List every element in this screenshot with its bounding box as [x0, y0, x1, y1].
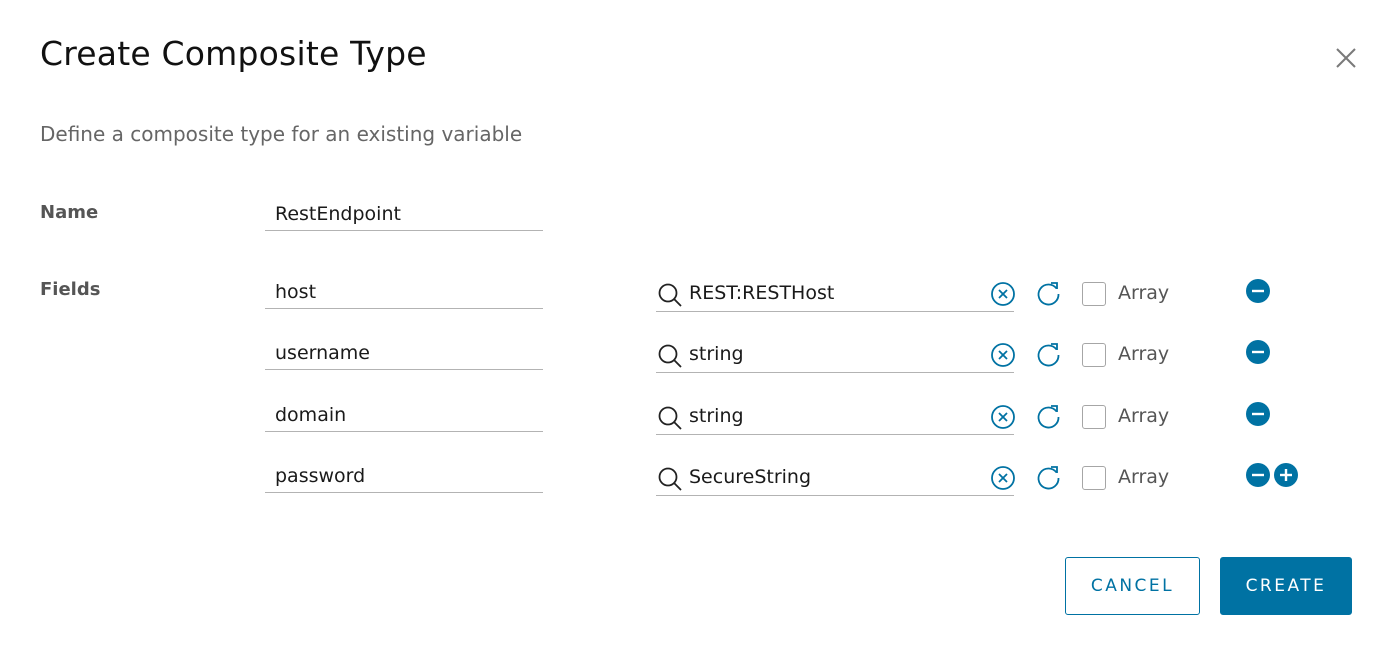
array-label: Array	[1118, 405, 1170, 427]
field-type-search[interactable]	[656, 460, 1014, 496]
add-field-icon[interactable]	[1274, 463, 1298, 487]
search-icon	[658, 467, 682, 491]
fields-label: Fields	[40, 279, 101, 300]
field-name-input[interactable]	[265, 336, 543, 370]
field-name-input[interactable]	[265, 398, 543, 432]
search-icon	[658, 283, 682, 307]
remove-field-icon[interactable]	[1246, 402, 1270, 426]
field-type-input[interactable]	[689, 401, 979, 431]
refresh-icon[interactable]	[1035, 280, 1062, 307]
dialog-subtitle: Define a composite type for an existing …	[40, 122, 523, 146]
field-type-input[interactable]	[689, 278, 979, 308]
clear-circle-icon[interactable]	[990, 281, 1016, 307]
refresh-icon[interactable]	[1035, 403, 1062, 430]
array-label: Array	[1118, 466, 1170, 488]
array-checkbox[interactable]	[1082, 466, 1106, 490]
dialog-title: Create Composite Type	[40, 34, 427, 73]
field-name-input[interactable]	[265, 275, 543, 309]
cancel-button[interactable]: CANCEL	[1065, 557, 1200, 615]
remove-field-icon[interactable]	[1246, 279, 1270, 303]
remove-field-icon[interactable]	[1246, 340, 1270, 364]
clear-circle-icon[interactable]	[990, 342, 1016, 368]
field-type-search[interactable]	[656, 399, 1014, 435]
array-checkbox[interactable]	[1082, 282, 1106, 306]
array-label: Array	[1118, 343, 1170, 365]
array-label: Array	[1118, 282, 1170, 304]
field-type-search[interactable]	[656, 337, 1014, 373]
create-button[interactable]: CREATE	[1220, 557, 1352, 615]
name-input[interactable]	[265, 197, 543, 231]
field-name-input[interactable]	[265, 459, 543, 493]
array-checkbox[interactable]	[1082, 343, 1106, 367]
clear-circle-icon[interactable]	[990, 465, 1016, 491]
name-label: Name	[40, 202, 99, 223]
refresh-icon[interactable]	[1035, 464, 1062, 491]
field-type-input[interactable]	[689, 339, 979, 369]
remove-field-icon[interactable]	[1246, 463, 1270, 487]
clear-circle-icon[interactable]	[990, 404, 1016, 430]
search-icon	[658, 406, 682, 430]
search-icon	[658, 344, 682, 368]
field-type-search[interactable]	[656, 276, 1014, 312]
refresh-icon[interactable]	[1035, 341, 1062, 368]
close-icon[interactable]	[1333, 45, 1359, 71]
field-type-input[interactable]	[689, 462, 979, 492]
array-checkbox[interactable]	[1082, 405, 1106, 429]
